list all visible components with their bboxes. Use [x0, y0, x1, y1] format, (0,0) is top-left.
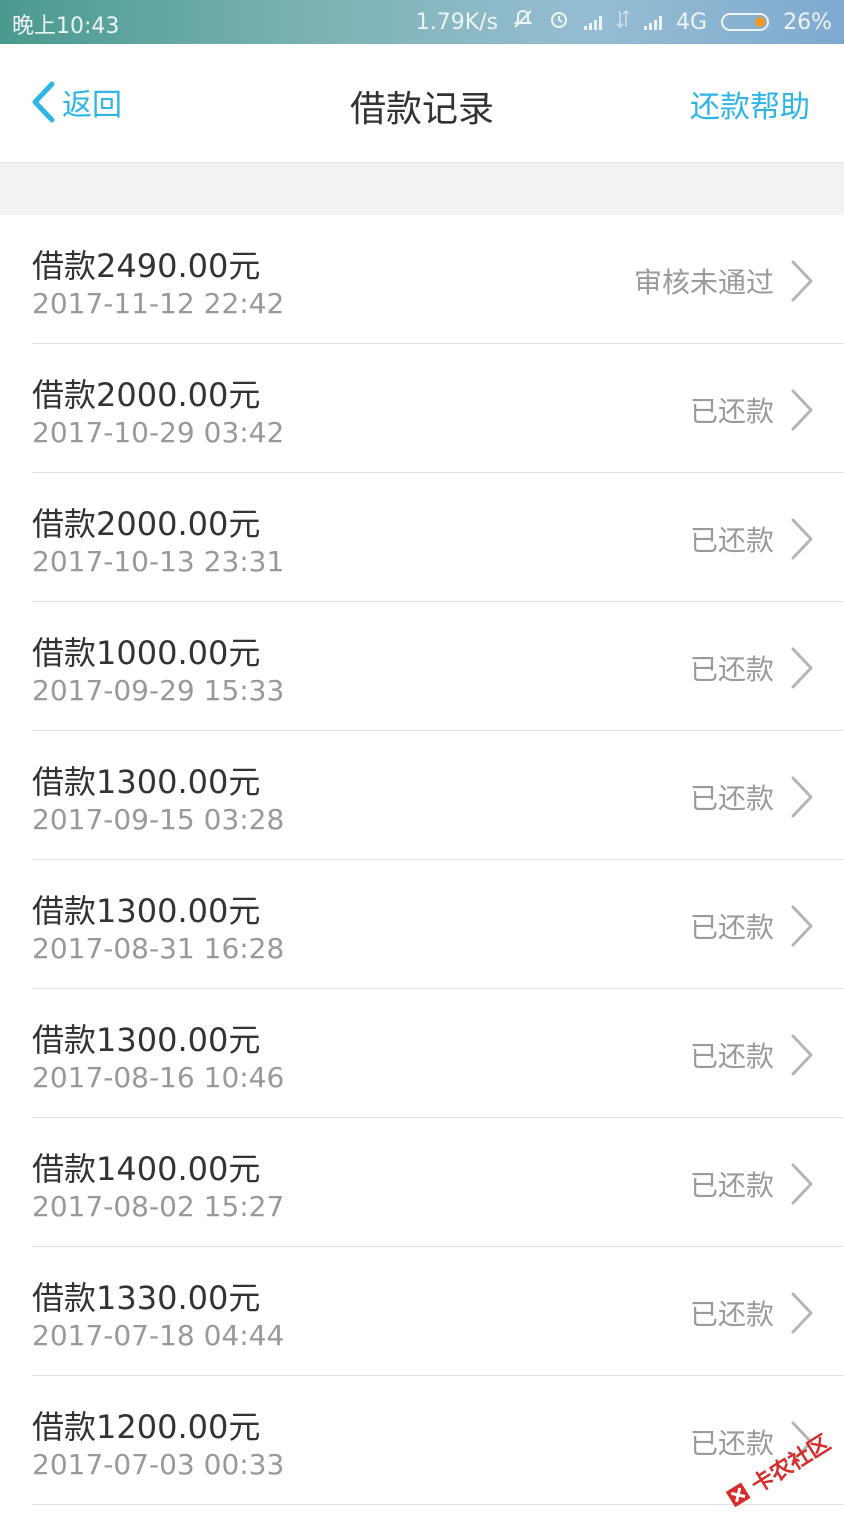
- record-amount: 借款2000.00元: [32, 505, 261, 543]
- battery-percent: 26%: [783, 9, 832, 35]
- record-date: 2017-09-15 03:28: [32, 803, 285, 836]
- alarm-icon: [548, 8, 570, 36]
- record-date: 2017-08-02 15:27: [32, 1190, 285, 1223]
- section-gap: [0, 163, 844, 215]
- record-status: 已还款: [689, 1427, 774, 1460]
- record-amount: 借款2490.00元: [32, 247, 261, 285]
- loan-record-row[interactable]: 借款2000.00元 2017-10-29 03:42 已还款: [0, 344, 844, 473]
- record-date: 2017-07-03 00:33: [32, 1448, 285, 1481]
- record-date: 2017-07-18 04:44: [32, 1319, 285, 1352]
- chevron-right-icon: [791, 1163, 813, 1205]
- loan-record-row[interactable]: 借款1330.00元 2017-07-18 04:44 已还款: [0, 1247, 844, 1376]
- chevron-right-icon: [791, 518, 813, 560]
- record-amount: 借款1300.00元: [32, 1021, 261, 1059]
- record-status: 已还款: [689, 782, 774, 815]
- record-date: 2017-10-29 03:42: [32, 416, 285, 449]
- loan-record-row[interactable]: 借款1400.00元 2017-08-02 15:27 已还款: [0, 1118, 844, 1247]
- record-amount: 借款1200.00元: [32, 1408, 261, 1446]
- chevron-right-icon: [791, 260, 813, 302]
- watermark-logo-icon: [723, 1480, 753, 1510]
- signal-icon: [584, 14, 603, 30]
- mute-icon: [512, 8, 534, 36]
- loan-record-row[interactable]: 借款1200.00元 2017-07-03 00:33 已还款: [0, 1376, 844, 1505]
- status-indicators: 1.79K/s 4G 26%: [416, 8, 832, 36]
- record-amount: 借款1000.00元: [32, 634, 261, 672]
- repay-help-link[interactable]: 还款帮助: [690, 82, 810, 126]
- record-status: 已还款: [689, 1169, 774, 1202]
- data-transfer-icon: [616, 9, 630, 35]
- network-speed: 1.79K/s: [415, 9, 499, 35]
- chevron-right-icon: [791, 1292, 813, 1334]
- record-amount: 借款2000.00元: [32, 376, 261, 414]
- record-date: 2017-08-31 16:28: [32, 932, 285, 965]
- record-date: 2017-09-29 15:33: [32, 674, 285, 707]
- record-status: 已还款: [689, 1298, 774, 1331]
- record-status: 已还款: [689, 1040, 774, 1073]
- record-date: 2017-10-13 23:31: [32, 545, 285, 578]
- nav-bar: 返回 借款记录 还款帮助: [0, 44, 844, 163]
- chevron-right-icon: [791, 389, 813, 431]
- record-status: 已还款: [689, 524, 774, 557]
- loan-record-row[interactable]: 借款1300.00元 2017-09-15 03:28 已还款: [0, 731, 844, 860]
- record-status: 已还款: [689, 911, 774, 944]
- record-amount: 借款1330.00元: [32, 1279, 261, 1317]
- status-bar: 晚上10:43 1.79K/s 4G 26%: [0, 0, 844, 44]
- chevron-right-icon: [791, 905, 813, 947]
- chevron-right-icon: [791, 1034, 813, 1076]
- record-amount: 借款1300.00元: [32, 892, 261, 930]
- loan-record-row[interactable]: 借款2000.00元 2017-10-13 23:31 已还款: [0, 473, 844, 602]
- record-status: 已还款: [689, 653, 774, 686]
- record-amount: 借款1400.00元: [32, 1150, 261, 1188]
- battery-icon: [721, 13, 770, 31]
- loan-record-row[interactable]: 借款2490.00元 2017-11-12 22:42 审核未通过: [0, 215, 844, 344]
- record-amount: 借款1300.00元: [32, 763, 261, 801]
- record-status: 审核未通过: [633, 266, 774, 299]
- network-type: 4G: [676, 9, 708, 35]
- loan-record-row[interactable]: 借款1300.00元 2017-08-16 10:46 已还款: [0, 989, 844, 1118]
- loan-record-list: 借款2490.00元 2017-11-12 22:42 审核未通过借款2000.00…: [0, 215, 844, 1505]
- loan-record-row[interactable]: 借款1000.00元 2017-09-29 15:33 已还款: [0, 602, 844, 731]
- record-date: 2017-08-16 10:46: [32, 1061, 285, 1094]
- loan-record-row[interactable]: 借款1300.00元 2017-08-31 16:28 已还款: [0, 860, 844, 989]
- signal-icon-2: [644, 14, 663, 30]
- record-date: 2017-11-12 22:42: [32, 287, 285, 320]
- status-time: 晚上10:43: [12, 14, 120, 39]
- record-status: 已还款: [689, 395, 774, 428]
- chevron-right-icon: [791, 647, 813, 689]
- chevron-right-icon: [791, 776, 813, 818]
